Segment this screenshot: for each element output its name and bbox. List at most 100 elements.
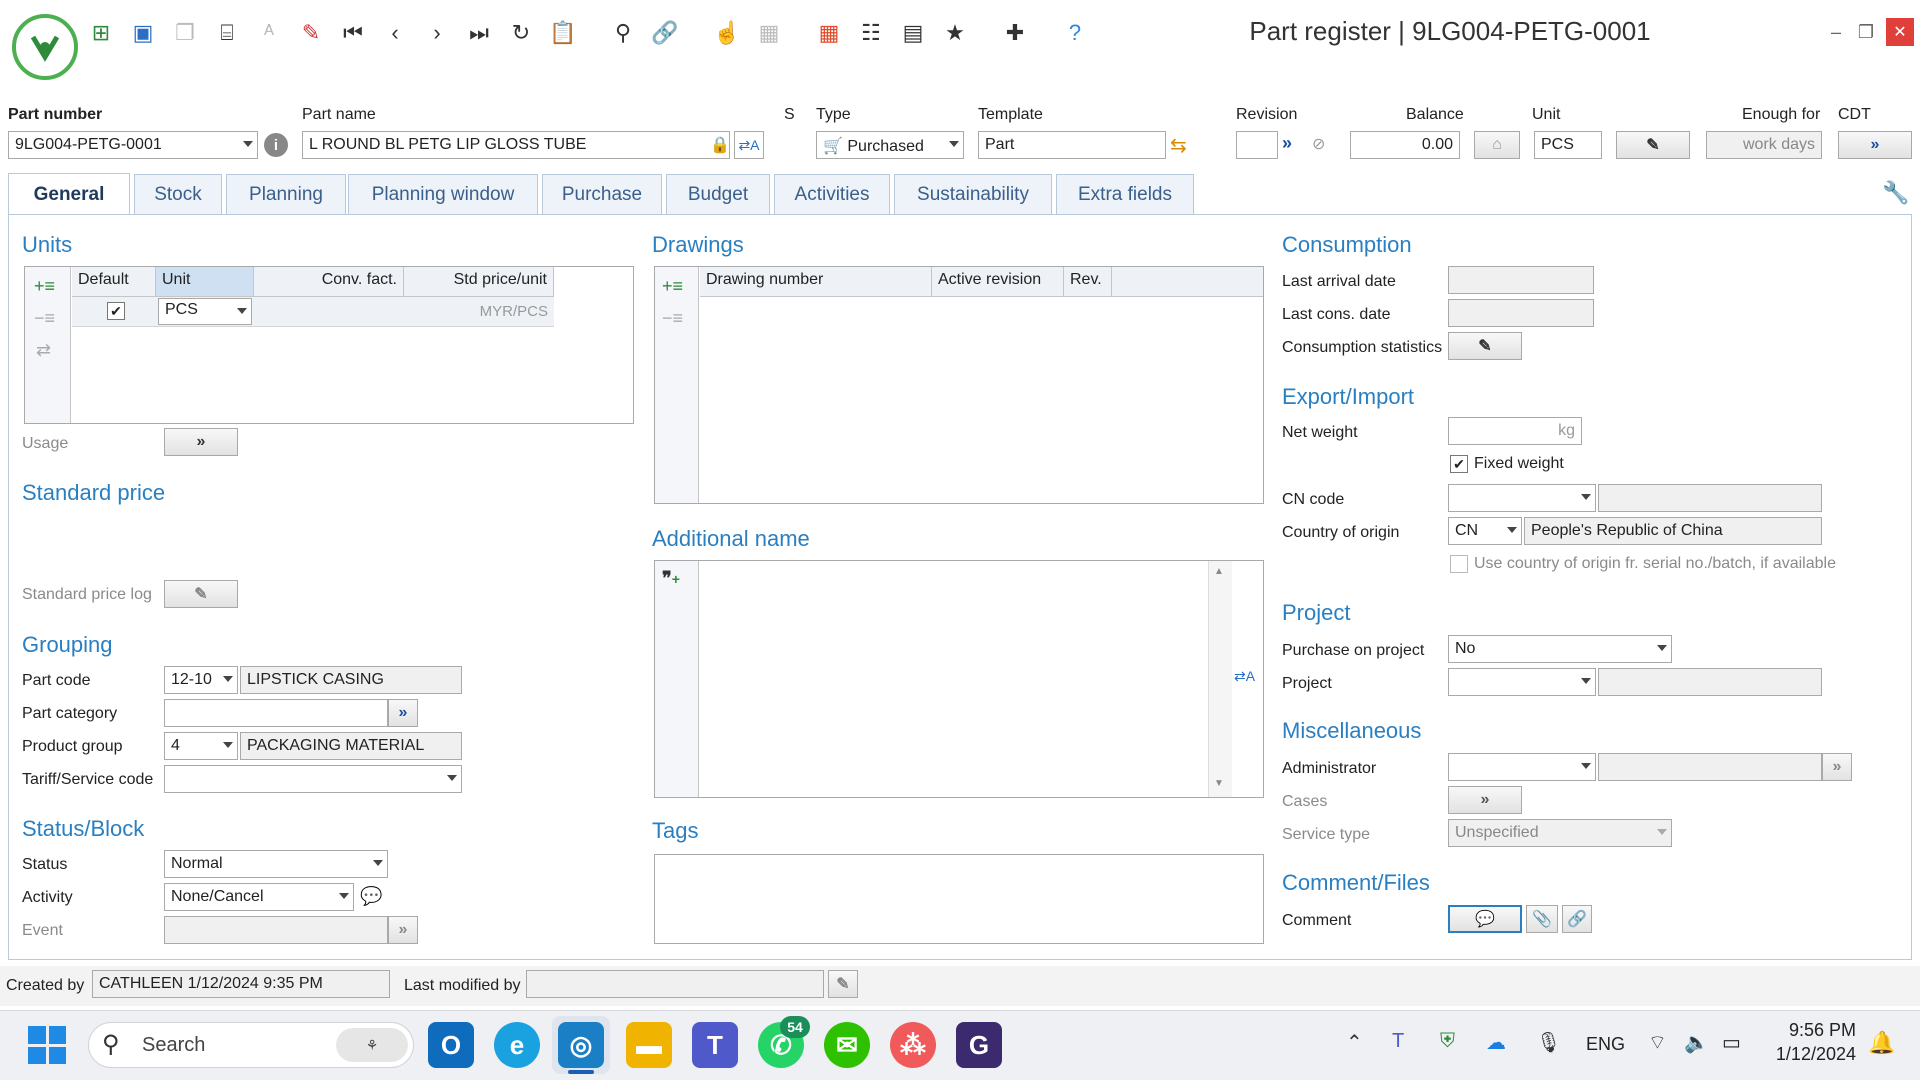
speech-bubble-icon[interactable]: 💬	[360, 886, 382, 907]
minimize-icon[interactable]: –	[1822, 18, 1850, 46]
attachment-icon[interactable]: ⊘	[1312, 134, 1325, 154]
remove-row-icon[interactable]: −≡	[34, 308, 55, 329]
tariff-service-code-select[interactable]	[164, 765, 462, 793]
clock-date[interactable]: 1/12/2024	[1766, 1044, 1856, 1065]
settings-list-icon[interactable]: ☷	[856, 18, 886, 48]
product-group-select[interactable]: 4	[164, 732, 238, 760]
plugin-icon[interactable]: ✚	[1000, 18, 1030, 48]
wifi-icon[interactable]: ⌔	[1648, 1030, 1667, 1055]
default-checkbox[interactable]: ✔	[107, 302, 125, 320]
erp-app-icon[interactable]: ◎	[558, 1022, 604, 1068]
modified-log-button[interactable]: ✎	[828, 970, 858, 998]
edge-icon[interactable]: e	[494, 1022, 540, 1068]
restore-icon[interactable]: ❐	[1852, 18, 1880, 46]
remove-row-icon[interactable]: −≡	[662, 308, 683, 329]
unit-edit-button[interactable]: ✎	[1616, 131, 1690, 159]
microphone-icon[interactable]: 🎙	[1536, 1030, 1561, 1055]
refresh-icon[interactable]: ↻	[506, 18, 536, 48]
tab-sustainability[interactable]: Sustainability	[894, 174, 1052, 214]
delete-icon[interactable]: ✎	[296, 18, 326, 48]
attach-file-button[interactable]: 📎	[1526, 905, 1558, 933]
save-icon[interactable]: ▣	[128, 18, 158, 48]
cdt-button[interactable]: »	[1838, 131, 1912, 159]
fixed-weight-checkbox[interactable]: ✔	[1450, 455, 1468, 473]
copy-icon[interactable]: ❐	[170, 18, 200, 48]
revision-field[interactable]	[1236, 131, 1278, 159]
spell-icon[interactable]: ᴬ	[254, 18, 284, 48]
wechat-icon[interactable]: ✉	[824, 1022, 870, 1068]
search-icon[interactable]: ⚲	[608, 18, 638, 48]
add-row-icon[interactable]: +≡	[662, 276, 683, 297]
net-weight-field[interactable]: kg	[1448, 417, 1582, 445]
chevron-up-icon[interactable]: ⌃	[1346, 1030, 1363, 1055]
revision-more-icon[interactable]: »	[1282, 133, 1292, 154]
project-select[interactable]	[1448, 668, 1596, 696]
warehouse-icon[interactable]: ⌂	[1474, 131, 1520, 159]
wrench-icon[interactable]: 🔧	[1882, 180, 1909, 206]
first-record-icon[interactable]: ⏮	[338, 18, 368, 48]
last-record-icon[interactable]: ⏭	[464, 18, 494, 48]
info-icon[interactable]: i	[264, 133, 288, 157]
tab-purchase[interactable]: Purchase	[542, 174, 662, 214]
type-select[interactable]: 🛒 Purchased	[816, 131, 964, 159]
previous-record-icon[interactable]: ‹	[380, 18, 410, 48]
use-country-checkbox[interactable]	[1450, 555, 1468, 573]
standard-price-log-button[interactable]: ✎	[164, 580, 238, 608]
windows-start-icon[interactable]	[28, 1026, 66, 1064]
documents-icon[interactable]: ▤	[898, 18, 928, 48]
help-icon[interactable]: ?	[1060, 18, 1090, 48]
translate-icon[interactable]: ⇄A	[734, 131, 764, 159]
swap-icon[interactable]: ⇆	[1170, 133, 1187, 158]
comment-button[interactable]: 💬	[1448, 905, 1522, 933]
consumption-statistics-button[interactable]: ✎	[1448, 332, 1522, 360]
battery-icon[interactable]: ▭	[1722, 1030, 1741, 1055]
part-category-more-button[interactable]: »	[388, 699, 418, 727]
add-row-icon[interactable]: +≡	[34, 276, 55, 297]
next-record-icon[interactable]: ›	[422, 18, 452, 48]
link-icon[interactable]: 🔗	[650, 18, 680, 48]
app-logo[interactable]	[12, 14, 78, 80]
move-row-icon[interactable]: ⇄	[36, 340, 51, 361]
administrator-more-button[interactable]: »	[1822, 753, 1852, 781]
grid-disabled-icon[interactable]: ▦	[754, 18, 784, 48]
scroll-up-icon[interactable]: ▲	[1214, 566, 1224, 577]
cases-button[interactable]: »	[1448, 786, 1522, 814]
asana-icon[interactable]: ⁂	[890, 1022, 936, 1068]
translate-icon[interactable]: ⇄A	[1234, 668, 1255, 685]
teams-icon[interactable]: T	[692, 1022, 738, 1068]
touch-icon[interactable]: ☝	[712, 18, 742, 48]
g-app-icon[interactable]: G	[956, 1022, 1002, 1068]
volume-icon[interactable]: 🔈	[1684, 1030, 1709, 1055]
new-record-icon[interactable]: ⊞	[86, 18, 116, 48]
row-unit-select[interactable]: PCS	[158, 298, 252, 325]
part-number-field[interactable]: 9LG004-PETG-0001	[8, 131, 258, 159]
unit-field[interactable]: PCS	[1534, 131, 1602, 159]
event-more-button[interactable]: »	[388, 916, 418, 944]
close-icon[interactable]: ✕	[1886, 18, 1914, 46]
status-select[interactable]: Normal	[164, 850, 388, 878]
tab-general[interactable]: General	[8, 173, 130, 215]
usage-button[interactable]: »	[164, 428, 238, 456]
clipboard-icon[interactable]: 📋	[548, 18, 578, 48]
favorites-star-icon[interactable]: ★	[940, 18, 970, 48]
tab-extra-fields[interactable]: Extra fields	[1056, 174, 1194, 214]
preview-icon[interactable]: ⌸	[212, 18, 242, 48]
part-category-field[interactable]	[164, 699, 388, 727]
tags-box[interactable]	[654, 854, 1264, 944]
template-field[interactable]: Part	[978, 131, 1166, 159]
onedrive-icon[interactable]: ☁	[1486, 1030, 1506, 1055]
add-quote-icon[interactable]: ❞+	[662, 568, 680, 589]
outlook-icon[interactable]: O	[428, 1022, 474, 1068]
tab-planning[interactable]: Planning	[226, 174, 346, 214]
language-indicator[interactable]: ENG	[1586, 1034, 1625, 1055]
tab-stock[interactable]: Stock	[134, 174, 222, 214]
apps-grid-icon[interactable]: ▦	[814, 18, 844, 48]
clock-time[interactable]: 9:56 PM	[1770, 1020, 1856, 1041]
tab-activities[interactable]: Activities	[774, 174, 890, 214]
notification-bell-icon[interactable]: 🔔	[1868, 1030, 1895, 1056]
scroll-down-icon[interactable]: ▼	[1214, 778, 1224, 789]
tab-budget[interactable]: Budget	[666, 174, 770, 214]
administrator-select[interactable]	[1448, 753, 1596, 781]
additional-name-textarea[interactable]	[700, 561, 1208, 797]
teams-tray-icon[interactable]: T	[1392, 1030, 1404, 1053]
